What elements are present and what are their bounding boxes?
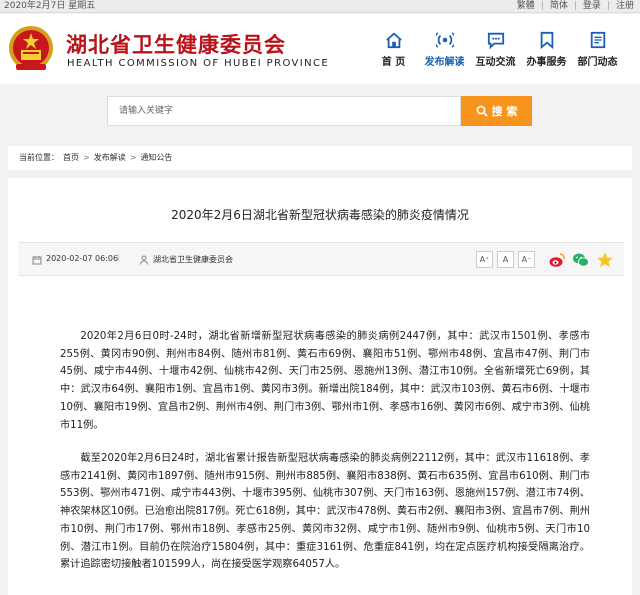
breadcrumb-prefix: 当前位置：: [19, 153, 59, 162]
weibo-share-icon[interactable]: [548, 251, 566, 269]
breadcrumb-item-notices[interactable]: 通知公告: [140, 146, 172, 170]
chevron-right-icon: >: [129, 153, 137, 162]
broadcast-icon: [435, 32, 454, 48]
separator: |: [117, 253, 120, 262]
nav-item-label: 首 页: [381, 57, 406, 68]
article-source: 湖北省卫生健康委员会: [153, 255, 233, 264]
register-link[interactable]: 注册: [616, 0, 634, 13]
nav-item-releases[interactable]: 发布解读: [419, 28, 470, 68]
font-reset-button[interactable]: A: [497, 251, 514, 268]
wechat-share-icon[interactable]: [572, 251, 590, 269]
national-emblem-icon: [9, 26, 53, 70]
site-subtitle: HEALTH COMMISSION OF HUBEI PROVINCE: [67, 58, 330, 69]
nav-item-home[interactable]: 首 页: [368, 28, 419, 68]
breadcrumb-item-releases[interactable]: 发布解读: [94, 146, 126, 170]
main-nav: 首 页 发布解读 互动交流 办事服务 部门动态: [368, 28, 623, 68]
font-increase-button[interactable]: A⁺: [476, 251, 493, 268]
top-links: 繁體 | 简体 | 登录 | 注册: [517, 0, 634, 13]
nav-item-interaction[interactable]: 互动交流: [470, 28, 521, 68]
person-icon: [140, 255, 148, 265]
article-card: 2020年2月6日湖北省新型冠状病毒感染的肺炎疫情情况 2020-02-07 0…: [8, 178, 632, 595]
search-button-label: 搜 索: [491, 105, 518, 118]
calendar-icon: [32, 256, 42, 265]
site-header: 湖北省卫生健康委员会 HEALTH COMMISSION OF HUBEI PR…: [0, 14, 640, 84]
site-title[interactable]: 湖北省卫生健康委员会: [66, 29, 286, 59]
breadcrumb-item-home[interactable]: 首页: [63, 146, 79, 170]
separator: |: [573, 1, 577, 11]
search-input[interactable]: [107, 96, 461, 126]
article-title: 2020年2月6日湖北省新型冠状病毒感染的肺炎疫情情况: [171, 208, 469, 222]
favorite-star-icon[interactable]: [596, 251, 614, 269]
simplified-chinese-link[interactable]: 简体: [550, 0, 568, 13]
login-link[interactable]: 登录: [583, 0, 601, 13]
nav-item-department-news[interactable]: 部门动态: [572, 28, 623, 68]
top-bar: 2020年2月7日 星期五 繁體 | 简体 | 登录 | 注册: [0, 0, 640, 13]
breadcrumb: 当前位置： 首页 > 发布解读 > 通知公告: [8, 146, 632, 170]
current-date: 2020年2月7日 星期五: [4, 1, 96, 11]
bookmark-icon: [540, 31, 553, 50]
chevron-right-icon: >: [83, 153, 90, 162]
nav-item-label: 互动交流: [475, 57, 516, 68]
article-meta-bar: 2020-02-07 06:06 | 湖北省卫生健康委员会 A⁺ A A⁻: [18, 242, 624, 276]
chat-icon: [487, 32, 504, 50]
separator: |: [606, 1, 610, 11]
publish-date: 2020-02-07 06:06: [46, 254, 119, 263]
article-paragraph: 截至2020年2月6日24时，湖北省累计报告新型冠状病毒感染的肺炎病例22112…: [60, 453, 590, 571]
font-decrease-button[interactable]: A⁻: [518, 251, 535, 268]
search-icon: [476, 105, 488, 117]
separator: |: [540, 1, 544, 11]
search-button[interactable]: 搜 索: [461, 96, 532, 126]
nav-item-label: 发布解读: [424, 57, 465, 68]
document-icon: [590, 31, 605, 49]
nav-item-label: 部门动态: [577, 57, 618, 68]
home-icon: [385, 32, 402, 49]
traditional-chinese-link[interactable]: 繁體: [517, 0, 535, 13]
nav-item-services[interactable]: 办事服务: [521, 28, 572, 68]
article-paragraph: 2020年2月6日0时-24时，湖北省新增新型冠状病毒感染的肺炎病例2447例，…: [60, 331, 590, 431]
nav-item-label: 办事服务: [526, 57, 567, 68]
